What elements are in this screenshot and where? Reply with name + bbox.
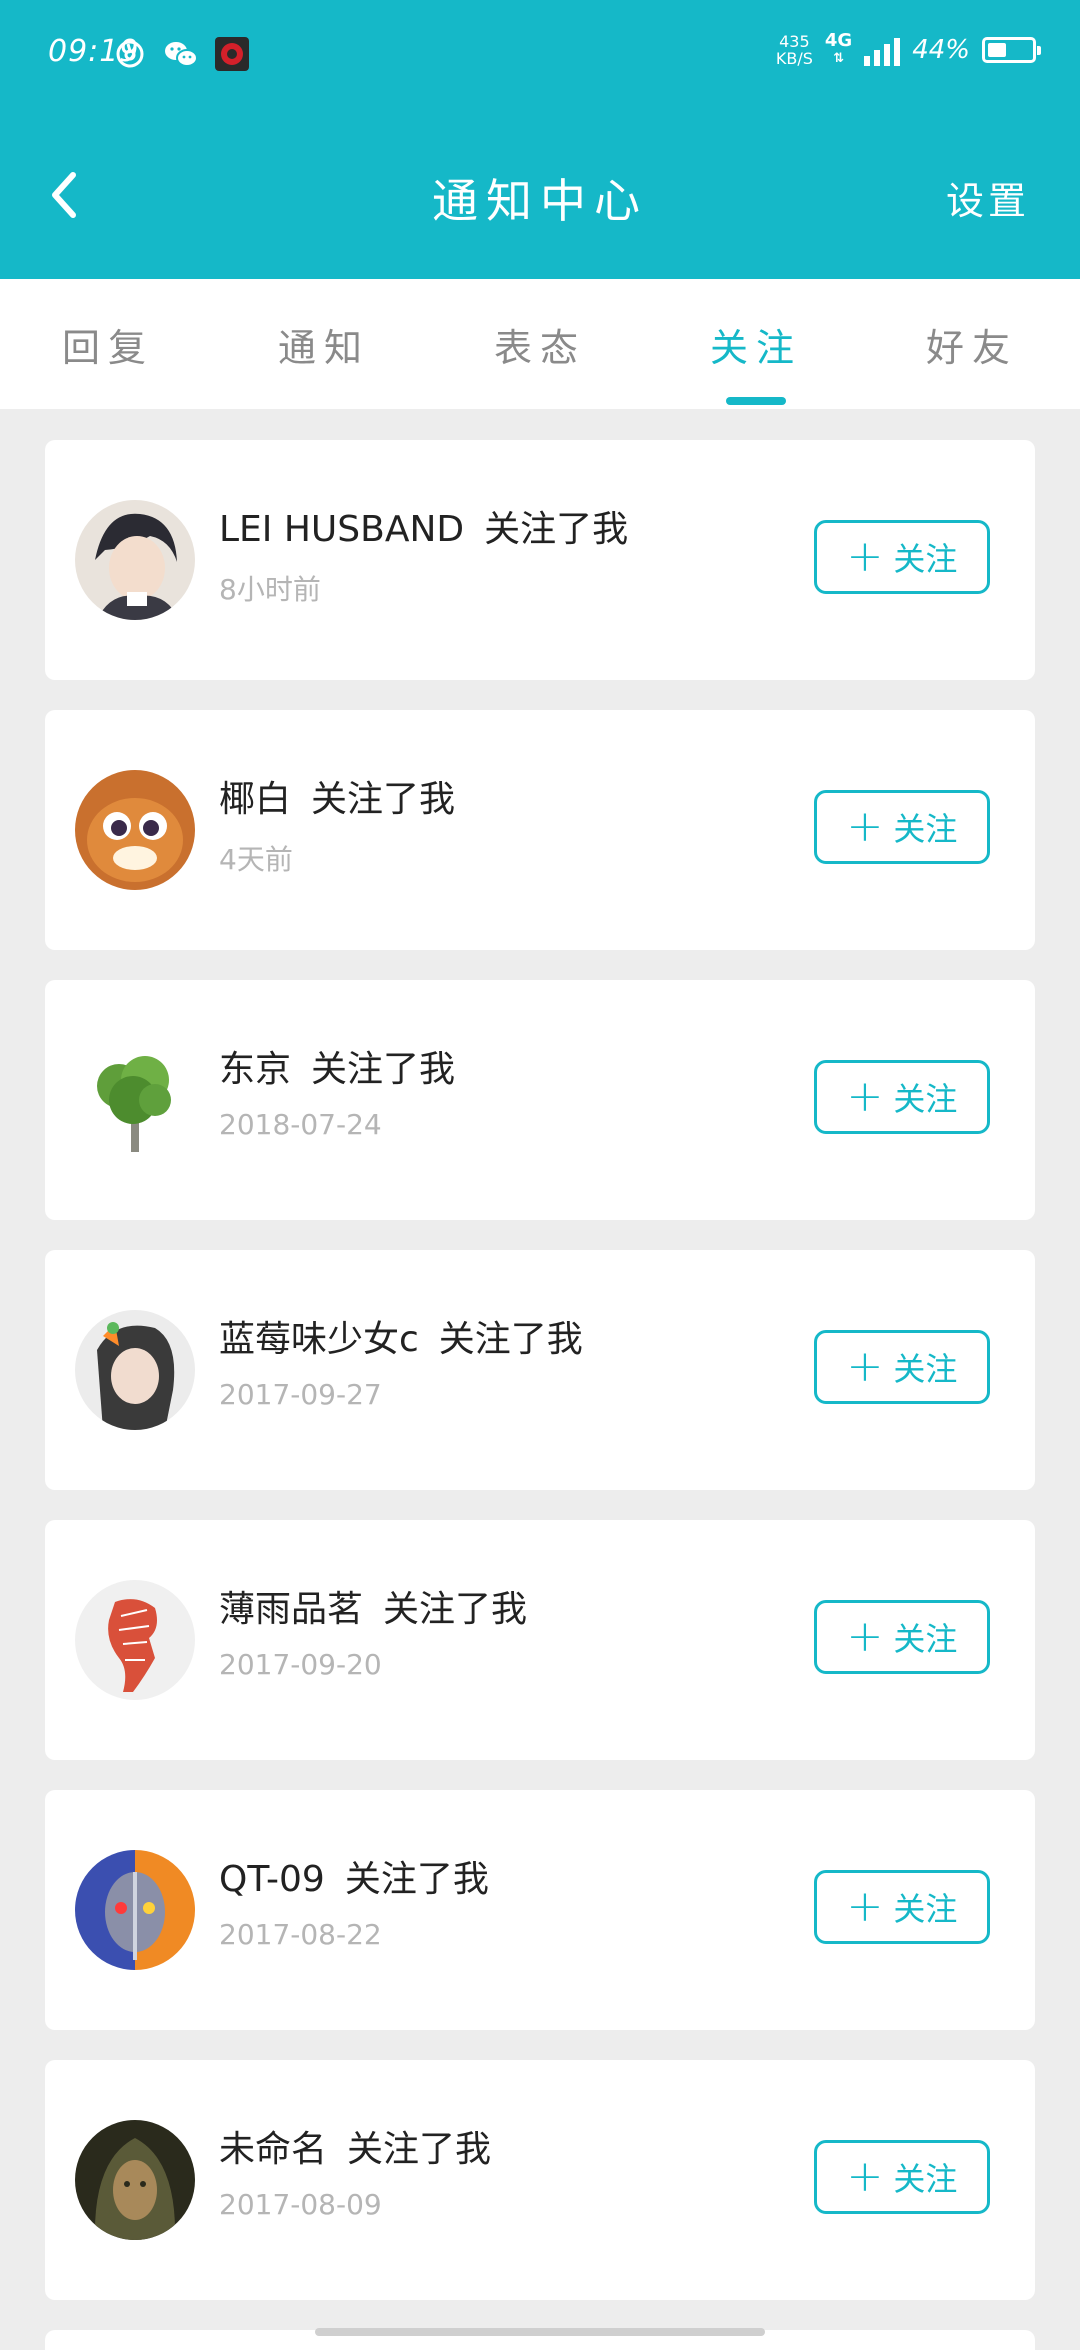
timestamp: 2017-08-22: [219, 1918, 382, 1951]
network-type-label: 4G: [824, 30, 853, 51]
follow-button[interactable]: + 关注: [814, 1330, 990, 1404]
battery-percent: 44%: [912, 35, 970, 65]
action-text: 关注了我: [438, 1319, 583, 1360]
action-text: 关注了我: [484, 509, 629, 550]
notification-text: QT-09 关注了我: [219, 1850, 489, 1902]
timestamp: 4天前: [219, 843, 293, 876]
action-text: 关注了我: [311, 779, 456, 820]
follow-button-label: 关注: [893, 810, 958, 848]
follow-button-label: 关注: [893, 540, 958, 578]
notification-text: 东京 关注了我: [219, 1040, 455, 1092]
action-text: 关注了我: [347, 2129, 492, 2170]
follow-button-label: 关注: [893, 2160, 958, 2198]
net-speed-value: 435: [779, 32, 810, 51]
app-header: 09:19 435 KB/S 4G ⇅ 44% 通知中心 设置: [0, 0, 1080, 279]
timestamp: 2017-09-20: [219, 1648, 382, 1681]
avatar[interactable]: [75, 1850, 195, 1970]
plus-icon: +: [846, 531, 884, 582]
wechat-icon: [163, 36, 199, 72]
tab-friends[interactable]: 好友: [864, 279, 1080, 409]
list-item[interactable]: 未命名 关注了我 2017-08-09 + 关注: [45, 2060, 1035, 2300]
follow-button[interactable]: + 关注: [814, 520, 990, 594]
tab-bar: 回复 通知 表态 关注 好友: [0, 279, 1080, 409]
follow-button[interactable]: + 关注: [814, 1060, 990, 1134]
timestamp: 2017-09-27: [219, 1378, 382, 1411]
timestamp: 2017-08-09: [219, 2188, 382, 2221]
user-name[interactable]: 薄雨品茗: [219, 1589, 363, 1630]
avatar[interactable]: [75, 500, 195, 620]
list-item[interactable]: QT-09 关注了我 2017-08-22 + 关注: [45, 1790, 1035, 2030]
follow-button-label: 关注: [893, 1080, 958, 1118]
tab-notify[interactable]: 通知: [216, 279, 432, 409]
follow-button-label: 关注: [893, 1890, 958, 1928]
action-text: 关注了我: [311, 1049, 456, 1090]
timestamp: 2018-07-24: [219, 1108, 382, 1141]
user-name[interactable]: QT-09: [219, 1859, 325, 1900]
scrollbar[interactable]: [315, 2328, 765, 2336]
avatar[interactable]: [75, 1040, 195, 1160]
plus-icon: +: [846, 1611, 884, 1662]
tab-reaction[interactable]: 表态: [432, 279, 648, 409]
plus-icon: +: [846, 1341, 884, 1392]
status-bar: 09:19 435 KB/S 4G ⇅ 44%: [0, 0, 1080, 110]
battery-icon: [982, 37, 1041, 63]
notification-text: LEI HUSBAND 关注了我: [219, 500, 628, 552]
avatar[interactable]: [75, 1310, 195, 1430]
plus-icon: +: [846, 1071, 884, 1122]
timestamp: 8小时前: [219, 573, 321, 606]
plus-icon: +: [846, 801, 884, 852]
user-name[interactable]: 椰白: [219, 779, 291, 820]
notification-text: 薄雨品茗 关注了我: [219, 1580, 527, 1632]
avatar[interactable]: [75, 1580, 195, 1700]
signal-icon: [864, 34, 901, 66]
status-indicators: 435 KB/S 4G ⇅ 44%: [776, 32, 1041, 68]
user-name[interactable]: LEI HUSBAND: [219, 509, 464, 550]
follow-button-label: 关注: [893, 1350, 958, 1388]
plus-icon: +: [846, 2151, 884, 2202]
user-name[interactable]: 未命名: [219, 2129, 327, 2170]
data-arrows-icon: ⇅: [833, 51, 844, 66]
list-item[interactable]: 椰白 关注了我 4天前 + 关注: [45, 710, 1035, 950]
user-name[interactable]: 东京: [219, 1049, 291, 1090]
app-notification-icon: [214, 36, 250, 72]
notification-text: 蓝莓味少女c 关注了我: [219, 1310, 583, 1362]
plus-icon: +: [846, 1881, 884, 1932]
tab-reply[interactable]: 回复: [0, 279, 216, 409]
follow-button-label: 关注: [893, 1620, 958, 1658]
avatar[interactable]: [75, 2120, 195, 2240]
avatar[interactable]: [75, 770, 195, 890]
action-text: 关注了我: [383, 1589, 528, 1630]
list-item[interactable]: 蓝莓味少女c 关注了我 2017-09-27 + 关注: [45, 1250, 1035, 1490]
net-speed: 435 KB/S: [776, 33, 813, 67]
network-type: 4G ⇅: [825, 32, 852, 68]
action-text: 关注了我: [344, 1859, 489, 1900]
follow-notification-list: LEI HUSBAND 关注了我 8小时前 + 关注 椰白 关注了我 4天前 + 关…: [45, 440, 1035, 2330]
list-item[interactable]: LEI HUSBAND 关注了我 8小时前 + 关注: [45, 440, 1035, 680]
follow-button[interactable]: + 关注: [814, 790, 990, 864]
list-item[interactable]: 东京 关注了我 2018-07-24 + 关注: [45, 980, 1035, 1220]
battery-level: [988, 43, 1006, 57]
follow-button[interactable]: + 关注: [814, 1870, 990, 1944]
tab-follow[interactable]: 关注: [648, 279, 864, 409]
net-speed-unit: KB/S: [775, 49, 813, 68]
list-item[interactable]: 薄雨品茗 关注了我 2017-09-20 + 关注: [45, 1520, 1035, 1760]
follow-button[interactable]: + 关注: [814, 1600, 990, 1674]
settings-button[interactable]: 设置: [946, 170, 1030, 225]
page-title: 通知中心: [432, 174, 648, 228]
follow-button[interactable]: + 关注: [814, 2140, 990, 2214]
notification-text: 未命名 关注了我: [219, 2120, 491, 2172]
notification-text: 椰白 关注了我: [219, 770, 455, 822]
user-name[interactable]: 蓝莓味少女c: [219, 1319, 419, 1360]
netease-music-icon: [112, 36, 148, 72]
